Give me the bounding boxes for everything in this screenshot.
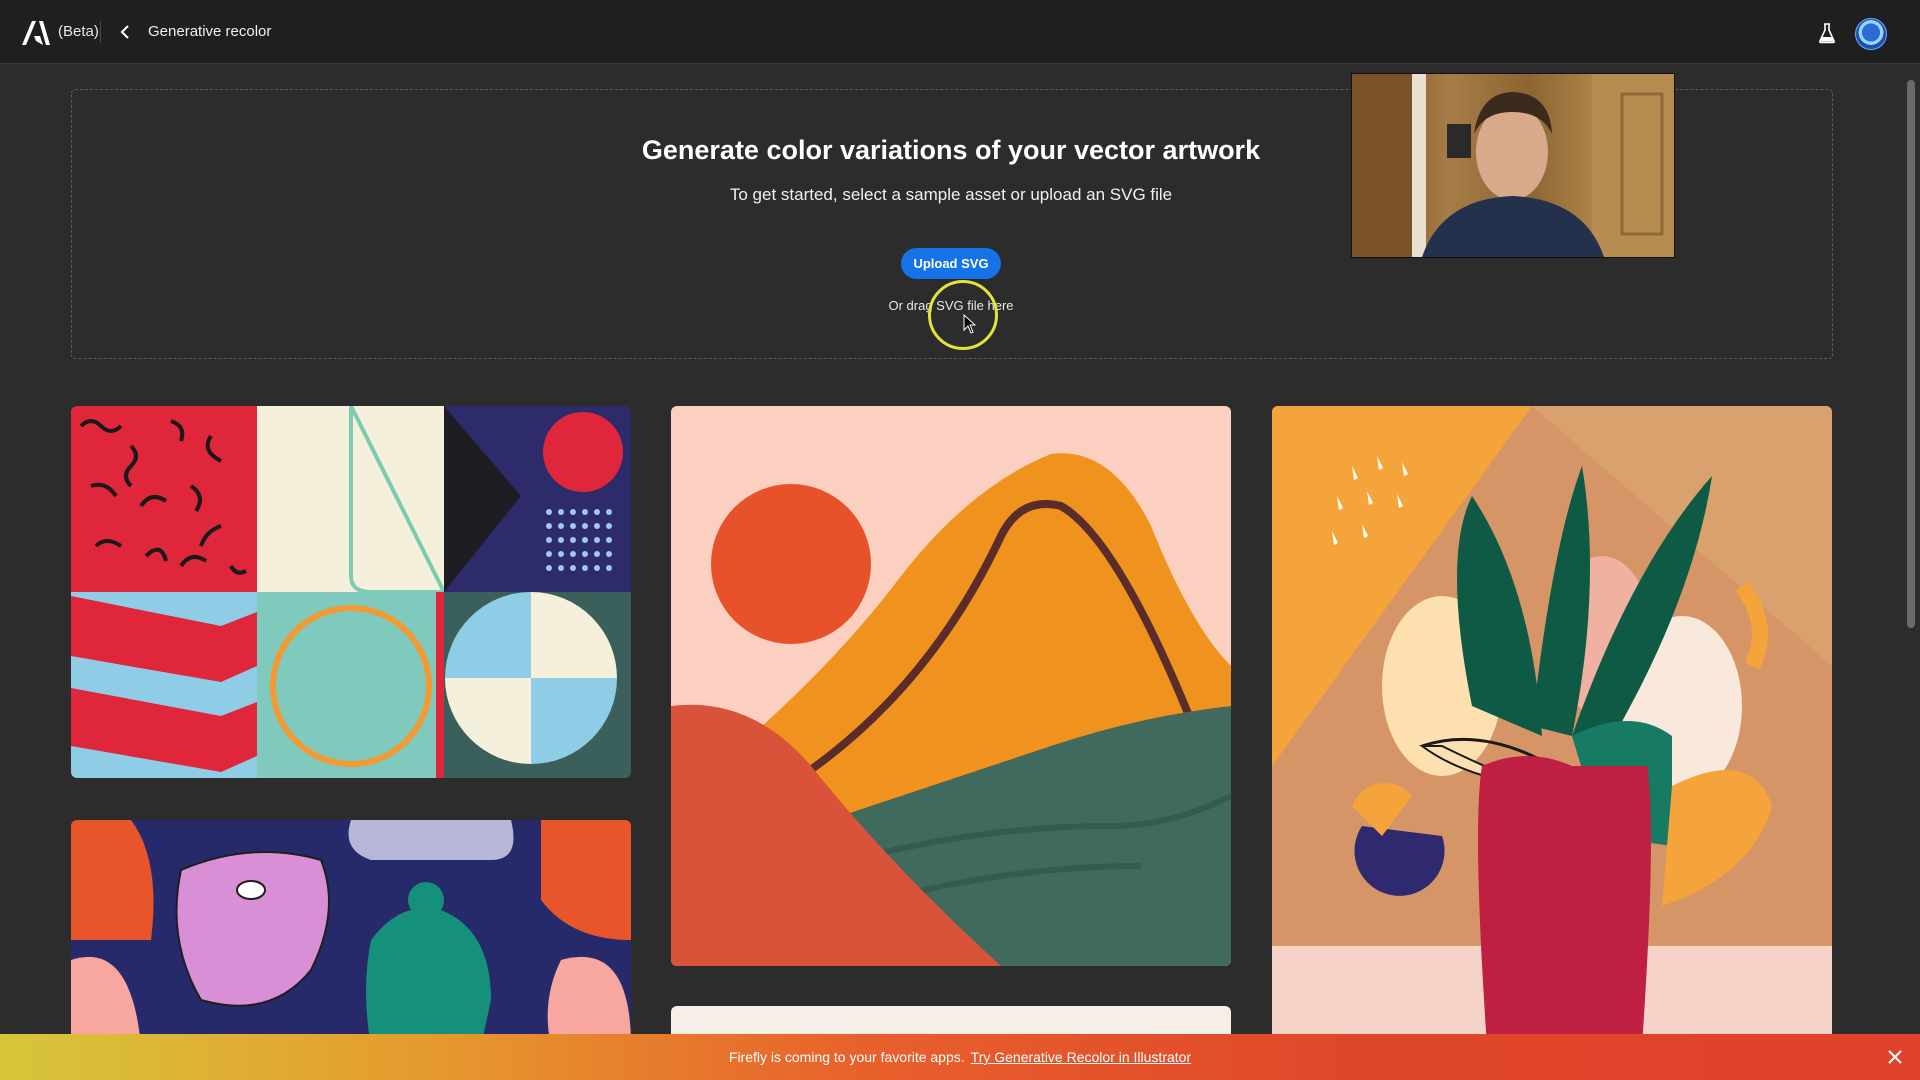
banner-text: Firefly is coming to your favorite apps. — [728, 1049, 965, 1065]
sample-tile-figures[interactable] — [71, 820, 631, 1046]
promo-banner: Firefly is coming to your favorite apps.… — [0, 1034, 1920, 1080]
plant-vase-image — [1272, 406, 1832, 1046]
figures-pattern-image — [71, 820, 631, 1046]
webcam-overlay — [1351, 73, 1675, 258]
sample-tile-geometric[interactable] — [71, 406, 631, 778]
avatar[interactable] — [1855, 18, 1887, 50]
webcam-person-image — [1352, 74, 1674, 257]
divider — [100, 21, 101, 43]
beta-label: (Beta) — [58, 23, 99, 40]
geometric-patterns-image — [71, 406, 631, 778]
adobe-logo-icon[interactable] — [22, 21, 50, 45]
sample-tile-plant-vase[interactable] — [1272, 406, 1832, 1046]
page-title: Generative recolor — [148, 23, 272, 40]
top-bar: (Beta) Generative recolor — [0, 0, 1920, 64]
chevron-left-icon[interactable] — [118, 22, 132, 42]
close-icon[interactable] — [1886, 1048, 1904, 1066]
banner-link[interactable]: Try Generative Recolor in Illustrator — [971, 1049, 1191, 1065]
page-scrollbar[interactable] — [1905, 70, 1915, 1040]
landscape-sunset-image — [671, 406, 1231, 966]
mouse-pointer-icon — [963, 314, 977, 334]
sample-tile-landscape[interactable] — [671, 406, 1231, 966]
flask-icon[interactable] — [1817, 22, 1837, 44]
upload-svg-button[interactable]: Upload SVG — [901, 248, 1001, 279]
scrollbar-thumb[interactable] — [1907, 80, 1915, 628]
